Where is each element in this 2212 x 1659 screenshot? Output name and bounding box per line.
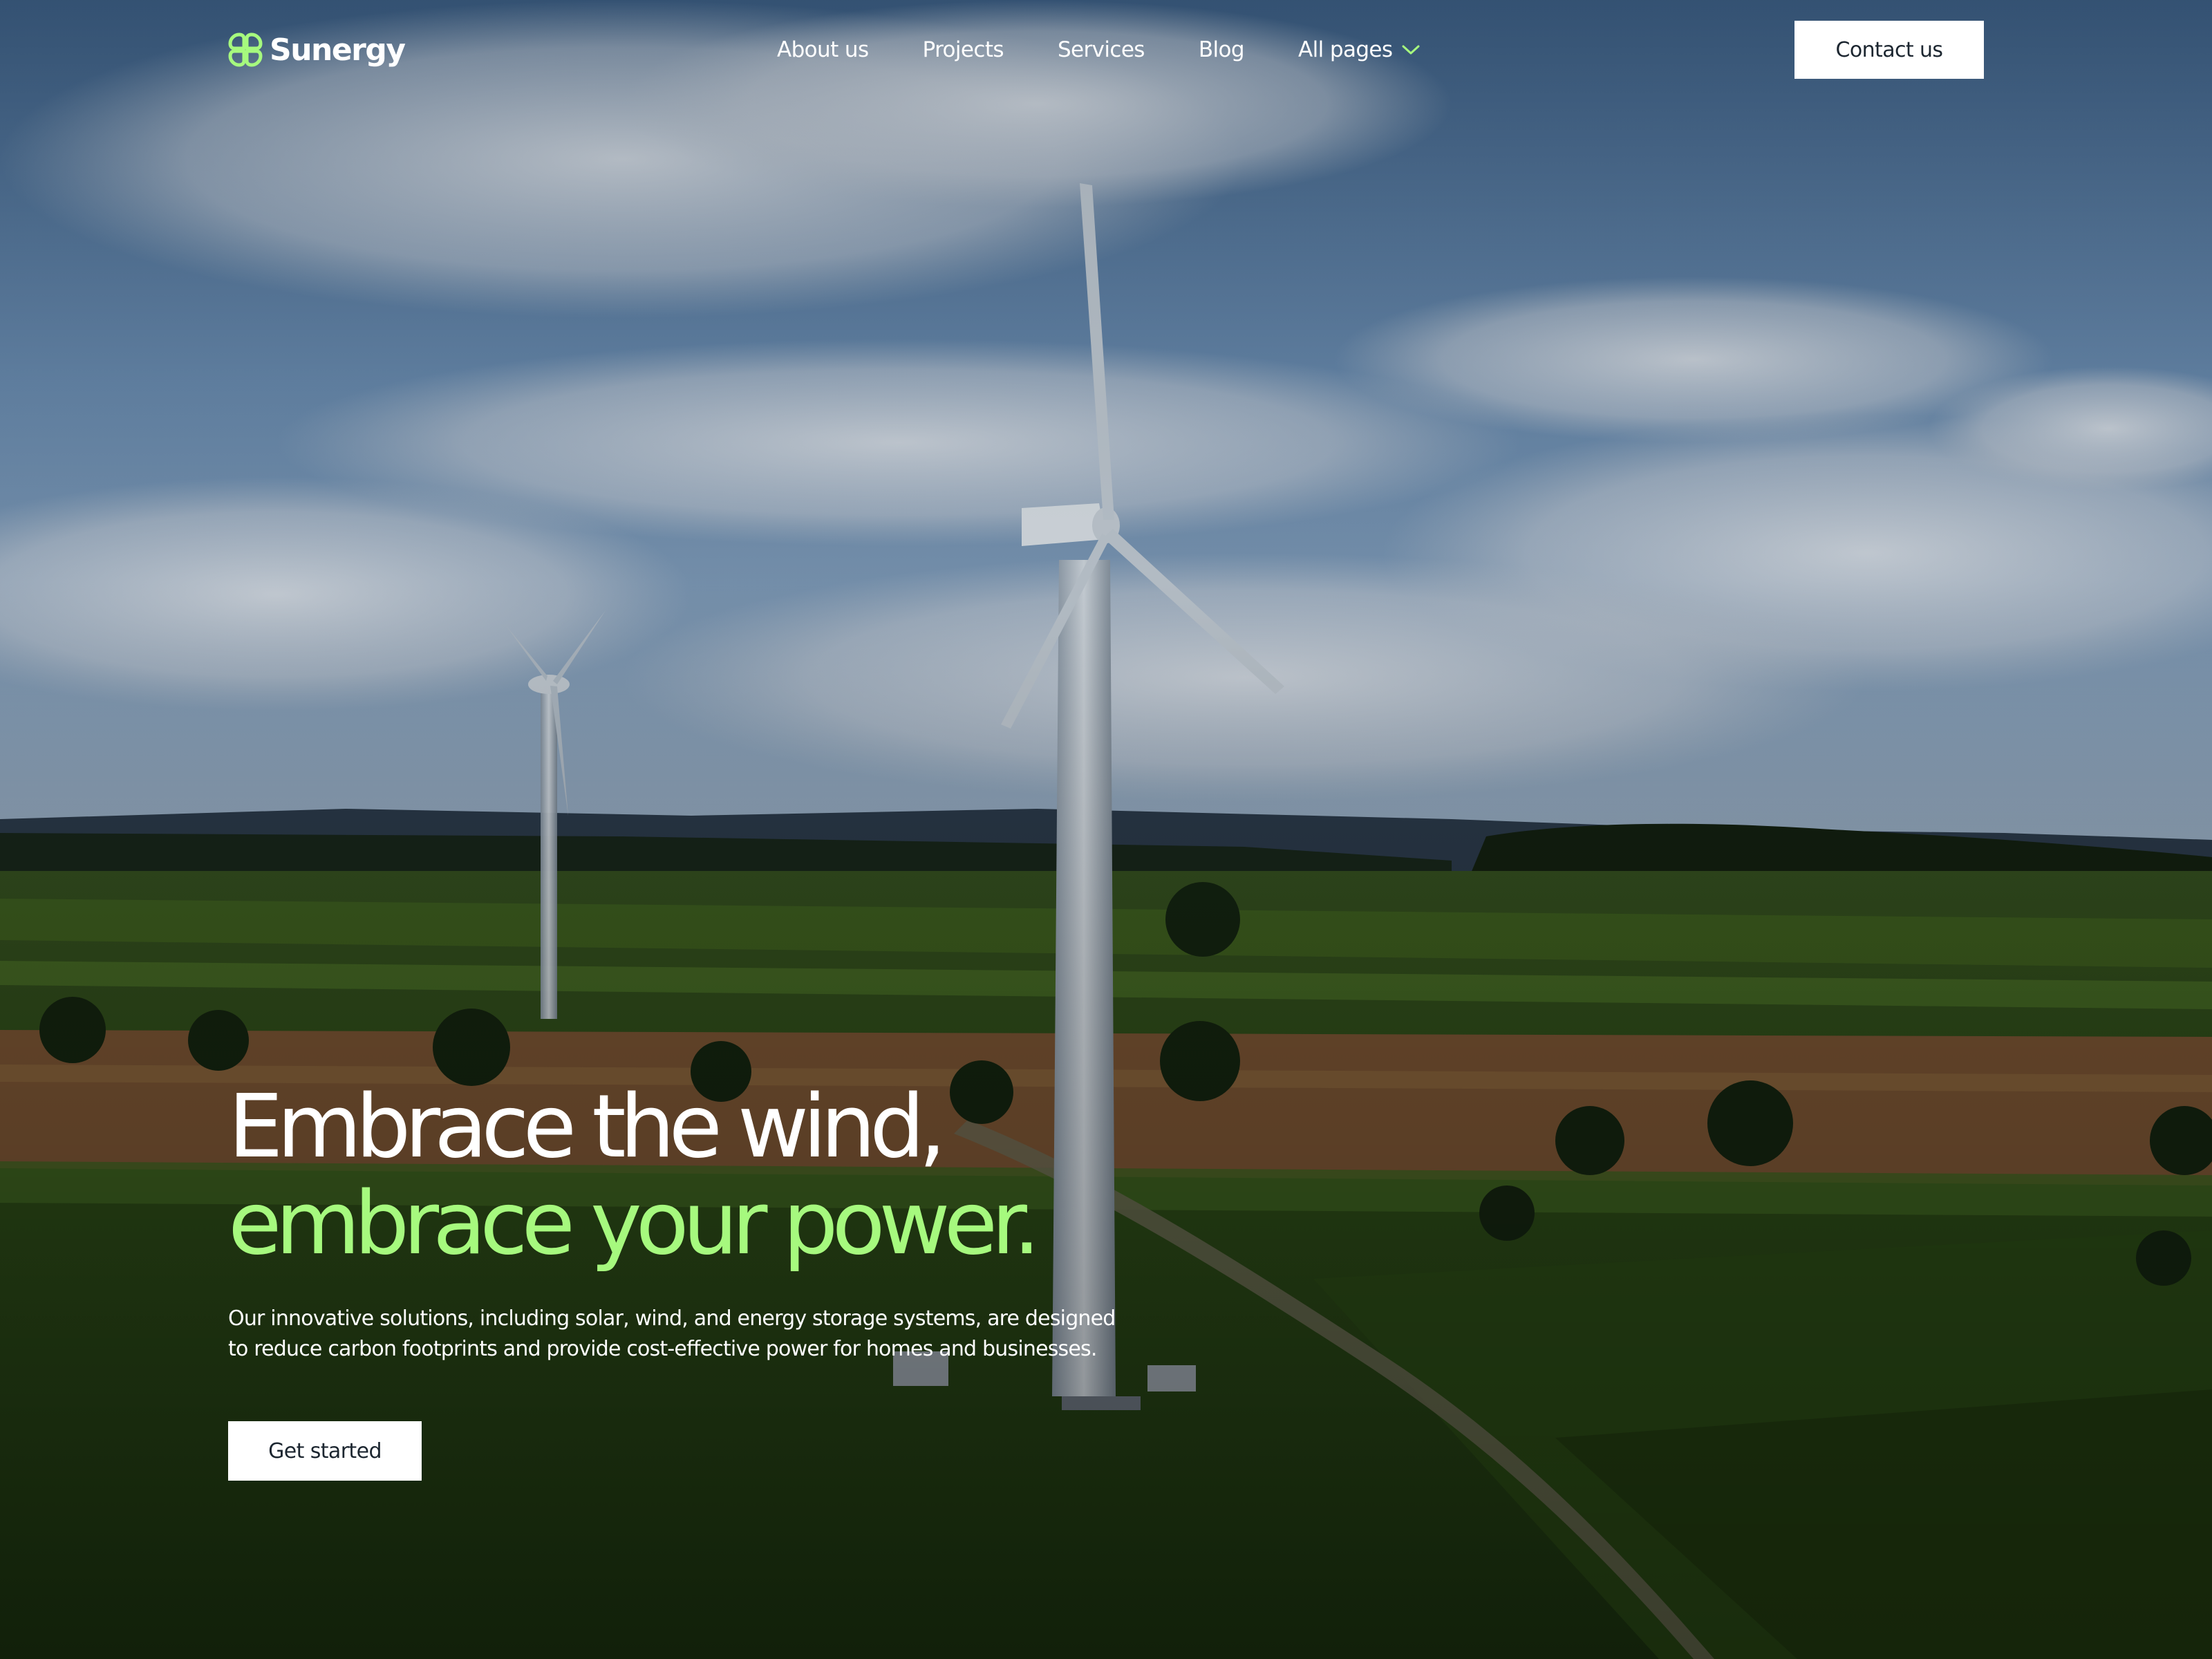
brand-name: Sunergy [270, 32, 406, 68]
landing-page: Sunergy About us Projects Services Blog … [0, 0, 2212, 1659]
hero-section: Embrace the wind, embrace your power. Ou… [228, 1078, 1265, 1481]
nav-link-about-us[interactable]: About us [777, 37, 869, 62]
chevron-down-icon [1402, 45, 1420, 55]
brand-logo[interactable]: Sunergy [228, 29, 406, 71]
hero-headline: Embrace the wind, embrace your power. [228, 1078, 1265, 1272]
nav-link-blog[interactable]: Blog [1199, 37, 1245, 62]
four-petal-logo-icon [228, 32, 263, 67]
get-started-button[interactable]: Get started [228, 1421, 422, 1481]
nav-link-services[interactable]: Services [1058, 37, 1145, 62]
contact-us-button[interactable]: Contact us [1794, 21, 1984, 79]
hero-headline-line1: Embrace the wind, [228, 1076, 946, 1177]
nav-dropdown-all-pages[interactable]: All pages [1298, 37, 1420, 62]
main-nav: About us Projects Services Blog All page… [777, 30, 1420, 69]
hero-description: Our innovative solutions, including sola… [228, 1306, 1116, 1361]
site-header: Sunergy About us Projects Services Blog … [0, 0, 2212, 100]
hero-headline-line2: embrace your power. [228, 1172, 1040, 1274]
nav-link-projects[interactable]: Projects [923, 37, 1004, 62]
nav-dropdown-label: All pages [1297, 37, 1393, 62]
